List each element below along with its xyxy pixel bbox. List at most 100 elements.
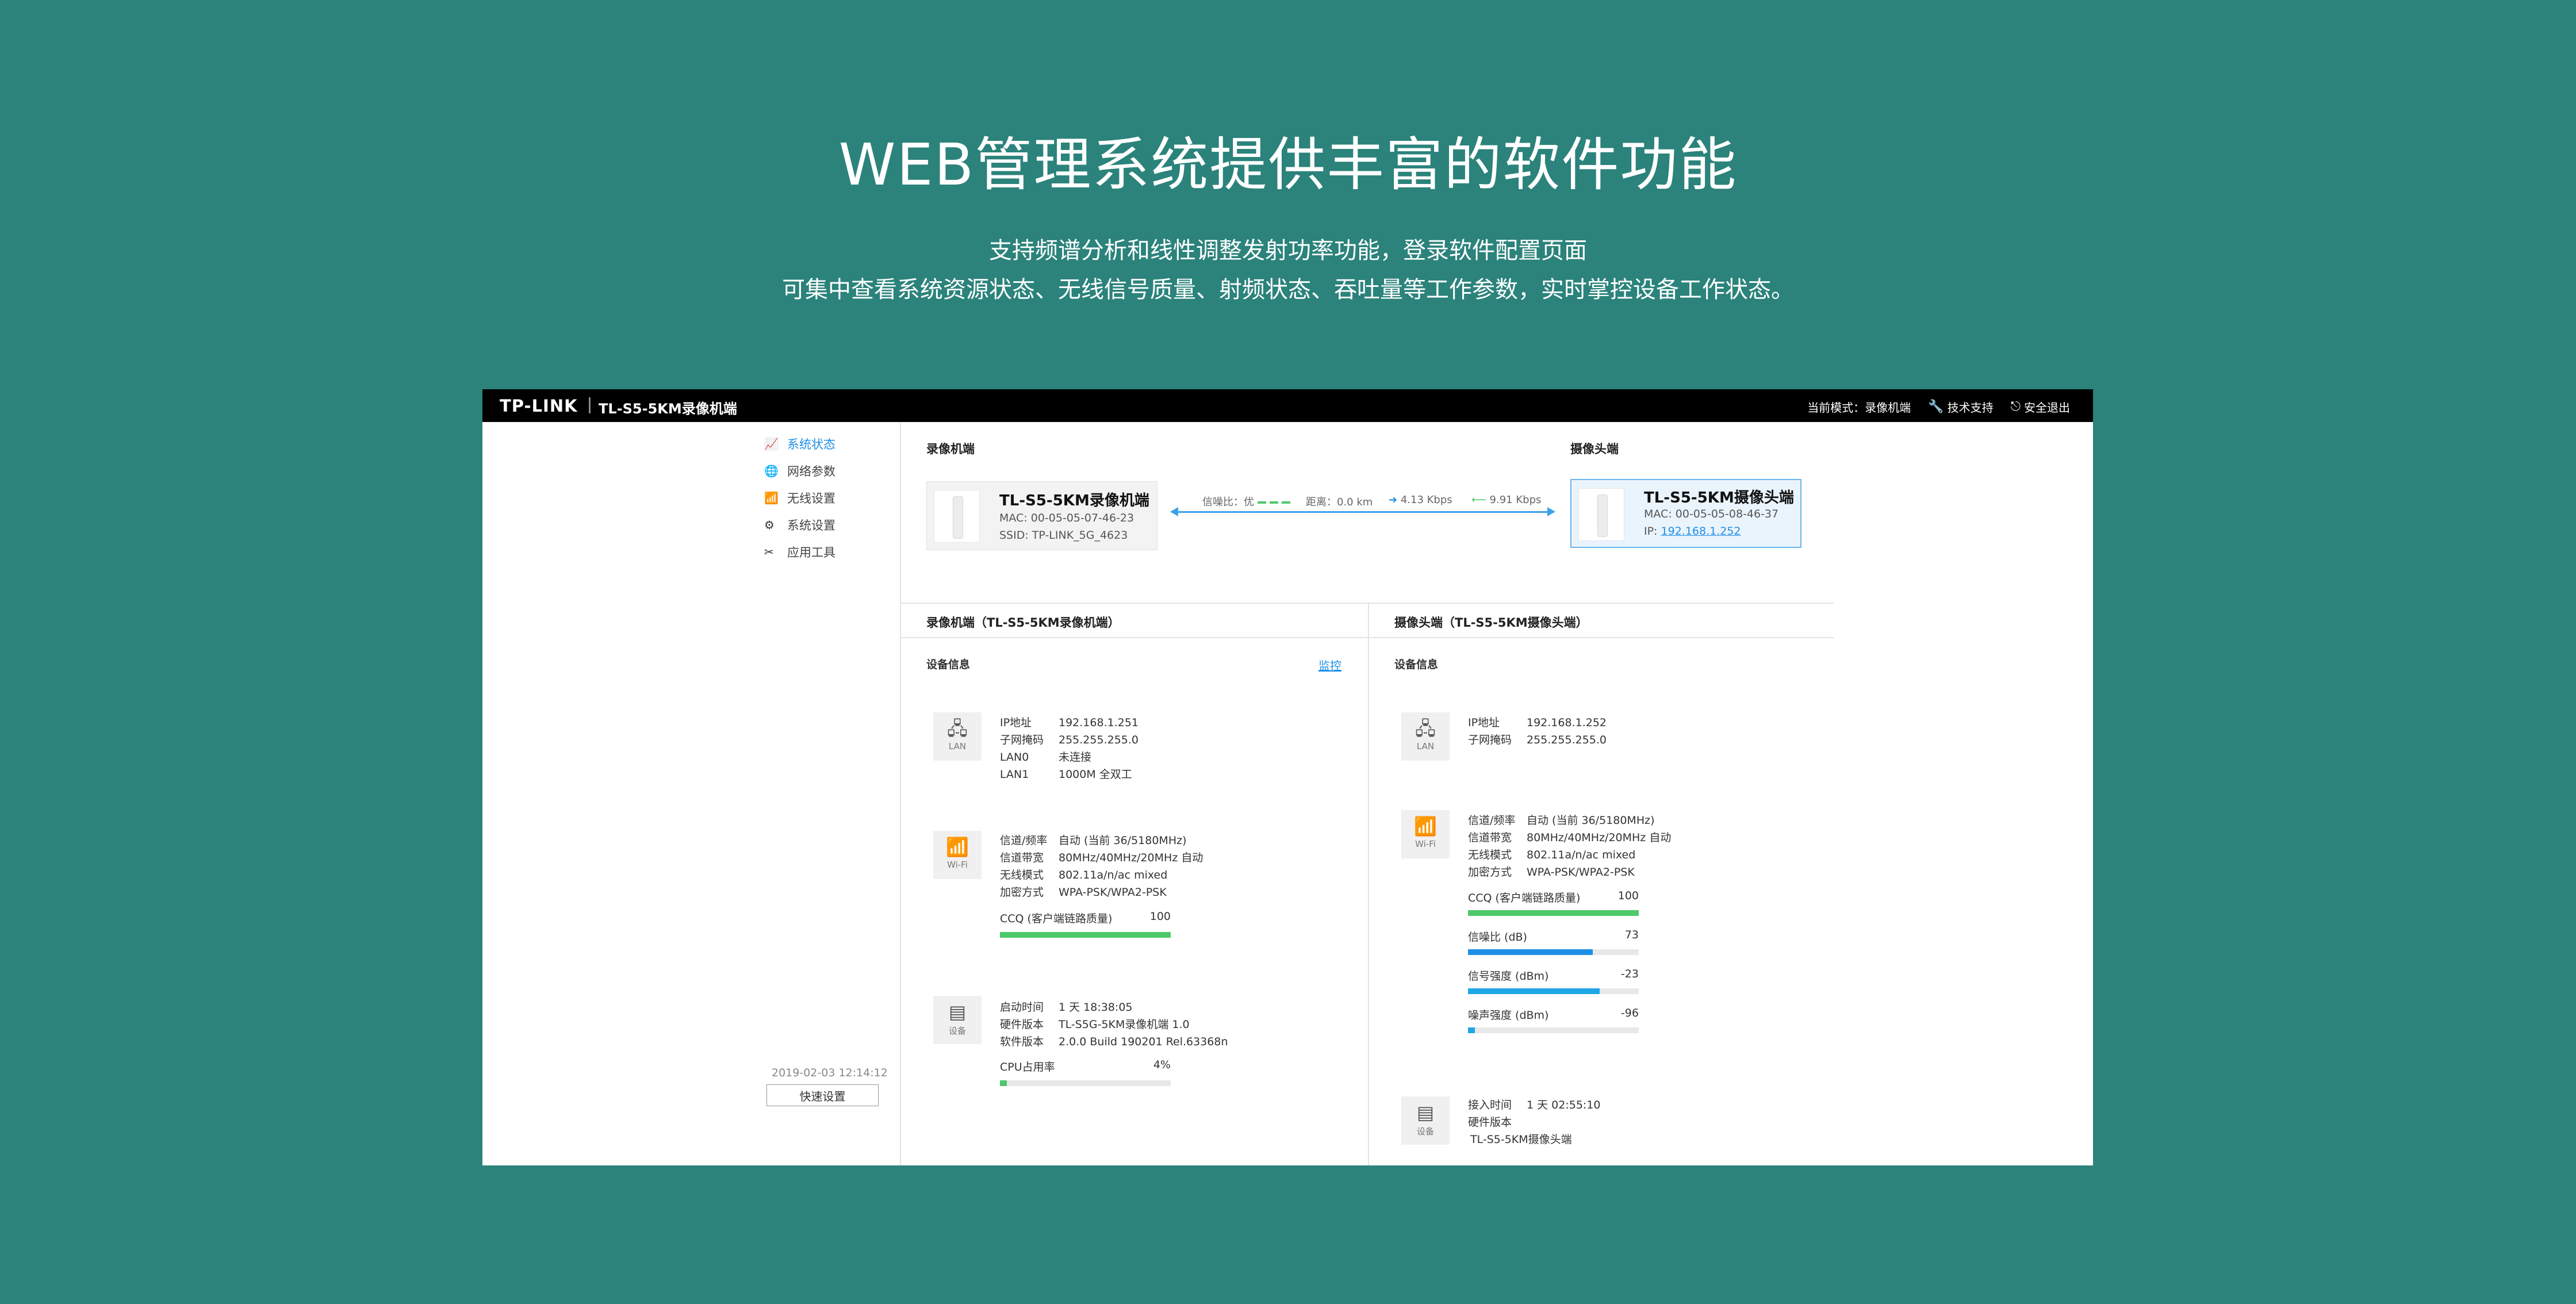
camera-signal-value: -23 bbox=[1620, 968, 1639, 980]
camera-ccq-fill bbox=[1468, 910, 1639, 916]
camera-snr-value: 73 bbox=[1624, 929, 1639, 941]
quick-setup-button[interactable]: 快速设置 bbox=[766, 1084, 879, 1106]
camera-device-name: TL-S5-5KM摄像头端 bbox=[1644, 489, 1794, 507]
lan-icon-label: LAN bbox=[1416, 741, 1435, 751]
chart-icon: 📈 bbox=[764, 437, 779, 451]
lan-icon: 🖧 bbox=[947, 718, 968, 739]
wrench-icon: 🔧 bbox=[1928, 400, 1944, 414]
tools-icon: ✂ bbox=[764, 545, 774, 559]
recorder-sw-row: 软件版本 2.0.0 Build 190201 Rel.63368n bbox=[1000, 1035, 1228, 1048]
hero-subtitle-line1: 支持频谱分析和线性调整发射功率功能，登录软件配置页面 bbox=[989, 237, 1587, 264]
web-admin-window: TP-LINK TL-S5-5KM录像机端 当前模式：录像机端 🔧 技术支持 ⎋ 安… bbox=[482, 389, 2093, 1165]
recorder-ccq-value: 100 bbox=[1149, 910, 1171, 923]
system-datetime: 2019-02-03 12:14:12 bbox=[772, 1067, 888, 1079]
recorder-lan0-row: LAN0 未连接 bbox=[1000, 751, 1092, 764]
camera-section-title: 摄像头端 bbox=[1570, 442, 1619, 456]
camera-signal-bar bbox=[1468, 988, 1639, 994]
camera-signal-fill bbox=[1468, 988, 1600, 994]
hero-title: WEB管理系统提供丰富的软件功能 bbox=[838, 131, 1738, 198]
recorder-channel-row: 信道/频率 自动 (当前 36/5180MHz) bbox=[1000, 834, 1187, 847]
recorder-device-card[interactable]: TL-S5-5KM录像机端 MAC: 00-05-05-07-46-23 SSI… bbox=[926, 481, 1157, 550]
camera-uptime-row: 接入时间 1 天 02:55:10 bbox=[1468, 1099, 1601, 1111]
camera-channel-row: 信道/频率 自动 (当前 36/5180MHz) bbox=[1468, 814, 1655, 827]
lan-icon-label: LAN bbox=[948, 741, 967, 751]
gear-icon: ⚙ bbox=[764, 518, 775, 532]
sidebar-item-system-settings[interactable]: ⚙ 系统设置 bbox=[764, 513, 879, 536]
top-bar-actions: 当前模式：录像机端 🔧 技术支持 ⎋ 安全退出 bbox=[1807, 398, 2070, 415]
link-snr: 信噪比：优 bbox=[1202, 494, 1291, 509]
link-upload-value: 4.13 Kbps bbox=[1400, 494, 1452, 506]
camera-hw-value: TL-S5-5KM摄像头端 bbox=[1470, 1133, 1572, 1146]
sidebar-item-label: 系统状态 bbox=[787, 438, 835, 451]
link-line bbox=[1172, 511, 1549, 513]
recorder-cpu-label: CPU占用率 bbox=[1000, 1061, 1055, 1073]
camera-ccq-label: CCQ (客户端链路质量) bbox=[1468, 892, 1581, 904]
device-icon-label: 设备 bbox=[1416, 1126, 1434, 1137]
sidebar-item-wireless[interactable]: 📶 无线设置 bbox=[764, 486, 879, 509]
recorder-mode-row: 无线模式 802.11a/n/ac mixed bbox=[1000, 869, 1168, 881]
globe-icon: 🌐 bbox=[764, 464, 779, 478]
camera-ccq-bar bbox=[1468, 910, 1639, 916]
tplink-logo: TP-LINK bbox=[500, 396, 578, 416]
recorder-mac: MAC: 00-05-05-07-46-23 bbox=[999, 512, 1134, 524]
recorder-device-name: TL-S5-5KM录像机端 bbox=[999, 492, 1149, 509]
link-upload: ➜ 4.13 Kbps bbox=[1389, 494, 1452, 506]
logout-link[interactable]: ⎋ 安全退出 bbox=[2011, 398, 2070, 415]
camera-snr-label: 信噪比 (dB) bbox=[1468, 931, 1527, 944]
sidebar-item-network[interactable]: 🌐 网络参数 bbox=[764, 459, 879, 482]
link-download: ⟵ 9.91 Kbps bbox=[1471, 494, 1541, 506]
camera-ip-row: IP地址 192.168.1.252 bbox=[1468, 716, 1607, 729]
recorder-section-title: 录像机端 bbox=[926, 442, 975, 456]
sidebar-item-label: 系统设置 bbox=[787, 519, 835, 532]
recorder-panel-title: 录像机端（TL-S5-5KM录像机端） bbox=[926, 616, 1120, 630]
camera-noise-bar bbox=[1468, 1027, 1639, 1033]
sidebar-item-label: 网络参数 bbox=[787, 465, 835, 478]
arrow-left-icon: ⟵ bbox=[1471, 494, 1486, 506]
current-mode: 当前模式：录像机端 bbox=[1807, 401, 1911, 415]
sidebar-item-label: 应用工具 bbox=[787, 546, 835, 559]
arrow-right-icon: ➜ bbox=[1389, 494, 1398, 506]
support-link[interactable]: 🔧 技术支持 bbox=[1928, 398, 1993, 415]
camera-device-box: ▤ 设备 bbox=[1401, 1096, 1450, 1145]
section-divider-top bbox=[901, 603, 1834, 604]
camera-noise-value: -96 bbox=[1620, 1007, 1639, 1019]
snr-quality-indicator bbox=[1258, 501, 1291, 504]
link-snr-label: 信噪比：优 bbox=[1202, 496, 1254, 508]
camera-ip-link[interactable]: 192.168.1.252 bbox=[1661, 525, 1741, 538]
camera-panel-title: 摄像头端（TL-S5-5KM摄像头端） bbox=[1394, 616, 1588, 630]
logo-separator bbox=[589, 397, 591, 413]
recorder-ccq-bar bbox=[1000, 932, 1171, 938]
sidebar-item-tools[interactable]: ✂ 应用工具 bbox=[764, 540, 879, 563]
camera-signal-label: 信号强度 (dBm) bbox=[1468, 970, 1549, 983]
recorder-hw-row: 硬件版本 TL-S5G-5KM录像机端 1.0 bbox=[1000, 1018, 1190, 1031]
recorder-device-info-heading: 设备信息 bbox=[926, 658, 971, 671]
logout-icon: ⎋ bbox=[2010, 400, 2021, 414]
section-divider-header bbox=[901, 637, 1834, 638]
recorder-ccq-label: CCQ (客户端链路质量) bbox=[1000, 912, 1113, 925]
camera-noise-fill bbox=[1468, 1027, 1475, 1033]
camera-encryption-row: 加密方式 WPA-PSK/WPA2-PSK bbox=[1468, 866, 1635, 879]
recorder-ip-row: IP地址 192.168.1.251 bbox=[1000, 716, 1139, 729]
sidebar-item-system-status[interactable]: 📈 系统状态 bbox=[764, 432, 879, 455]
camera-ip-label: IP: bbox=[1644, 525, 1661, 538]
recorder-ssid: SSID: TP-LINK_5G_4623 bbox=[999, 529, 1128, 542]
panel-divider bbox=[1368, 603, 1369, 1165]
recorder-bandwidth-row: 信道带宽 80MHz/40MHz/20MHz 自动 bbox=[1000, 852, 1203, 864]
device-icon: ▤ bbox=[1416, 1102, 1435, 1123]
top-bar: TP-LINK TL-S5-5KM录像机端 当前模式：录像机端 🔧 技术支持 ⎋ 安… bbox=[482, 389, 2093, 422]
wifi-icon: 📶 bbox=[946, 836, 969, 858]
hero-subtitle-line2: 可集中查看系统资源状态、无线信号质量、射频状态、吞吐量等工作参数，实时掌控设备工… bbox=[782, 277, 1794, 303]
camera-device-card[interactable]: TL-S5-5KM摄像头端 MAC: 00-05-05-08-46-37 IP:… bbox=[1570, 479, 1801, 548]
recorder-wifi-box: 📶 Wi-Fi bbox=[933, 831, 982, 879]
device-icon-label: 设备 bbox=[948, 1026, 966, 1036]
wifi-icon: 📶 bbox=[764, 491, 779, 505]
recorder-encryption-row: 加密方式 WPA-PSK/WPA2-PSK bbox=[1000, 886, 1167, 899]
camera-snr-fill bbox=[1468, 949, 1593, 955]
recorder-cpu-bar bbox=[1000, 1080, 1171, 1086]
link-distance: 距离：0.0 km bbox=[1306, 496, 1373, 508]
device-icon: ▤ bbox=[948, 1001, 967, 1023]
device-model: TL-S5-5KM录像机端 bbox=[599, 401, 737, 417]
monitor-link[interactable]: 监控 bbox=[1318, 657, 1341, 673]
logout-label: 安全退出 bbox=[2024, 401, 2070, 415]
recorder-lan1-row: LAN1 1000M 全双工 bbox=[1000, 768, 1132, 781]
